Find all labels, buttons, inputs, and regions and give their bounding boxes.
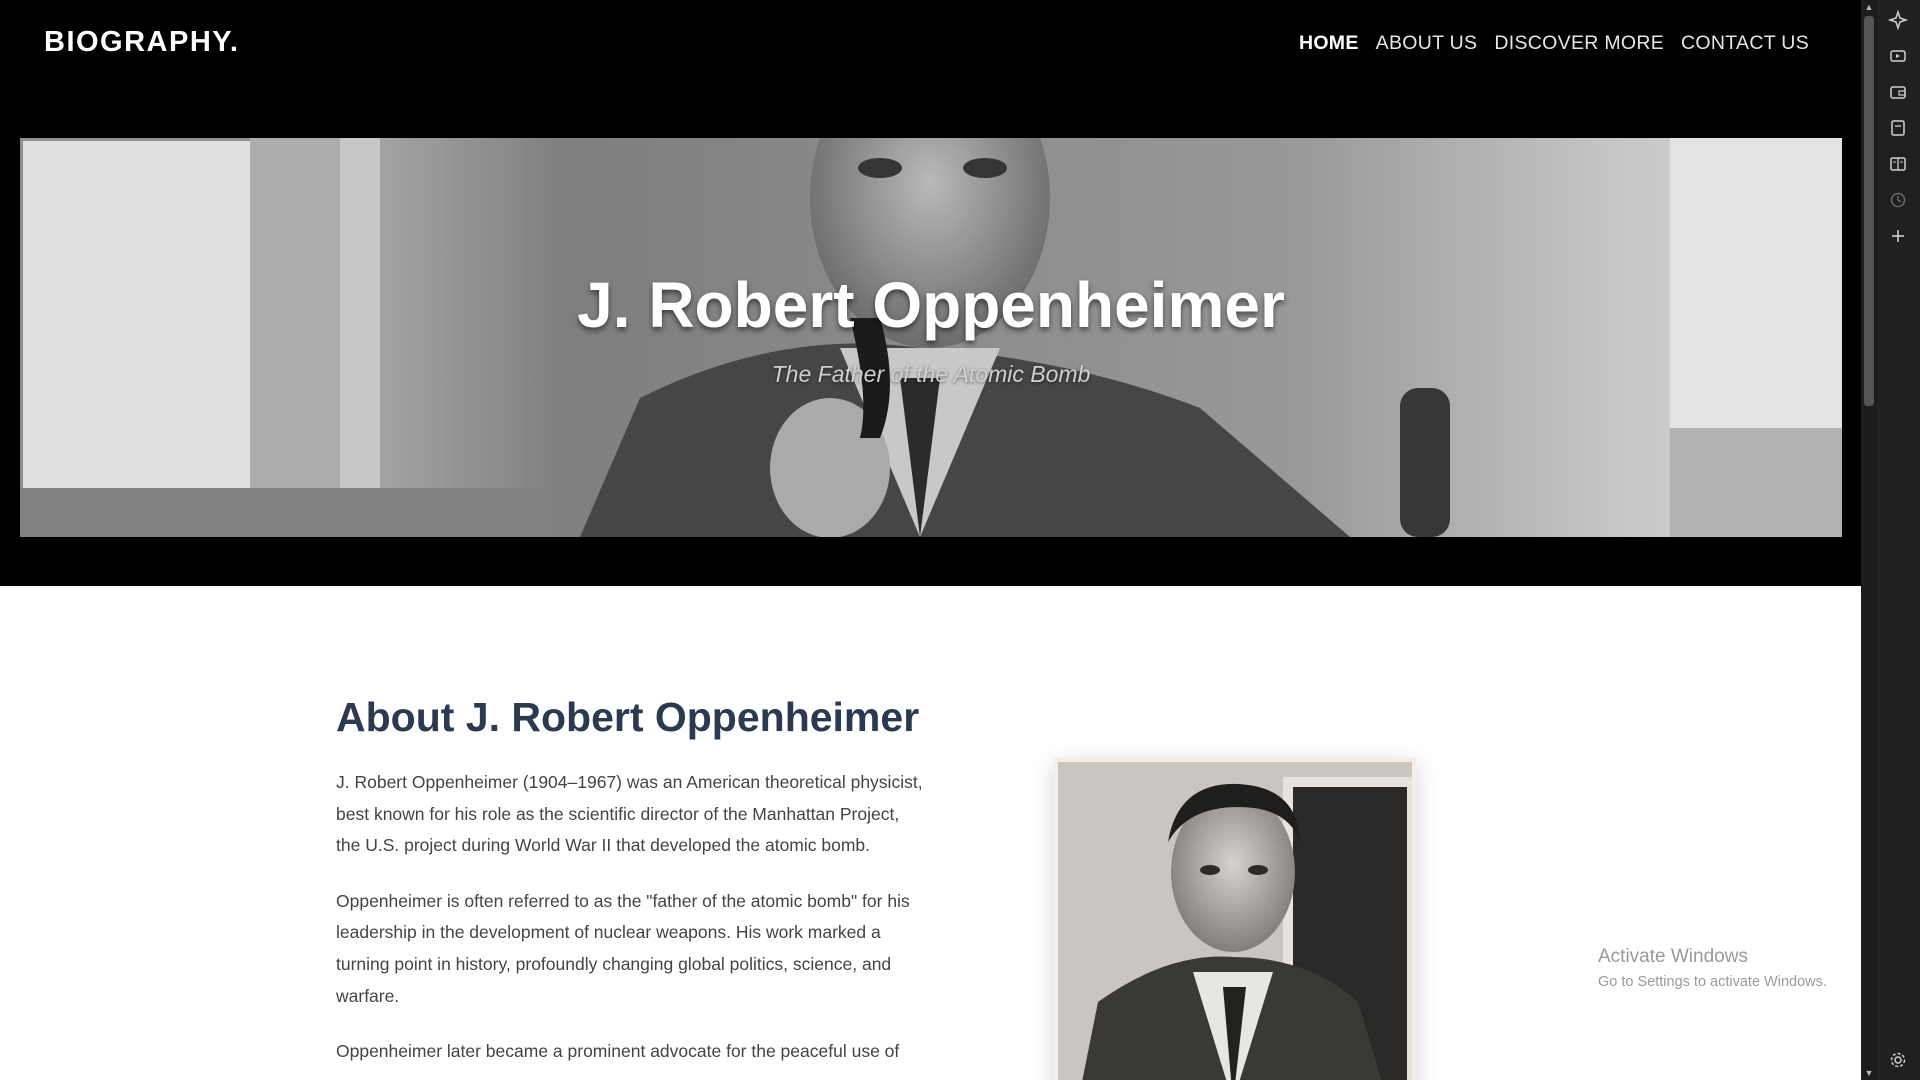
about-paragraph-2: Oppenheimer is often referred to as the … [336, 890, 910, 1006]
page-scrollbar[interactable]: ▲ ▼ [1861, 0, 1877, 1080]
hero-title: J. Robert Oppenheimer [577, 269, 1285, 341]
reading-list-icon[interactable] [1888, 154, 1908, 174]
main-nav: HOME ABOUT US DISCOVER MORE CONTACT US [1299, 32, 1809, 55]
history-icon[interactable] [1888, 190, 1908, 210]
site-header: BIOGRAPHY. HOME ABOUT US DISCOVER MORE C… [0, 0, 1861, 586]
about-paragraph-3: Oppenheimer later became a prominent adv… [336, 1041, 900, 1062]
hero-subtitle: The Father of the Atomic Bomb [771, 361, 1091, 387]
browser-side-panel [1877, 0, 1920, 1080]
scrollbar-thumb[interactable] [1864, 16, 1874, 406]
nav-home[interactable]: HOME [1299, 32, 1359, 55]
web-page: BIOGRAPHY. HOME ABOUT US DISCOVER MORE C… [0, 0, 1861, 1080]
media-icon[interactable] [1888, 46, 1908, 66]
scroll-down-arrow-icon[interactable]: ▼ [1861, 1068, 1877, 1078]
copilot-icon[interactable] [1887, 9, 1909, 31]
nav-about-us[interactable]: ABOUT US [1376, 32, 1478, 55]
portrait-photo [1058, 762, 1412, 1080]
settings-icon[interactable] [1888, 1050, 1908, 1070]
collections-icon[interactable] [1888, 118, 1908, 138]
site-logo[interactable]: BIOGRAPHY. [44, 26, 239, 59]
about-text: J. Robert Oppenheimer (1904–1967) was an… [336, 767, 926, 1080]
nav-discover-more[interactable]: DISCOVER MORE [1494, 32, 1664, 55]
hero-banner: J. Robert Oppenheimer The Father of the … [20, 138, 1842, 537]
add-icon[interactable] [1888, 226, 1908, 246]
activate-windows-title: Activate Windows [1598, 946, 1748, 967]
about-heading: About J. Robert Oppenheimer [336, 694, 920, 740]
nav-contact-us[interactable]: CONTACT US [1681, 32, 1809, 55]
activate-windows-hint: Go to Settings to activate Windows. [1598, 974, 1827, 990]
windows-activation-watermark: Activate Windows Go to Settings to activ… [1598, 946, 1827, 990]
wallet-icon[interactable] [1888, 82, 1908, 102]
scroll-up-arrow-icon[interactable]: ▲ [1861, 2, 1877, 12]
about-paragraph-1: J. Robert Oppenheimer (1904–1967) was an… [336, 772, 923, 856]
portrait-photo-frame [1054, 758, 1416, 1080]
